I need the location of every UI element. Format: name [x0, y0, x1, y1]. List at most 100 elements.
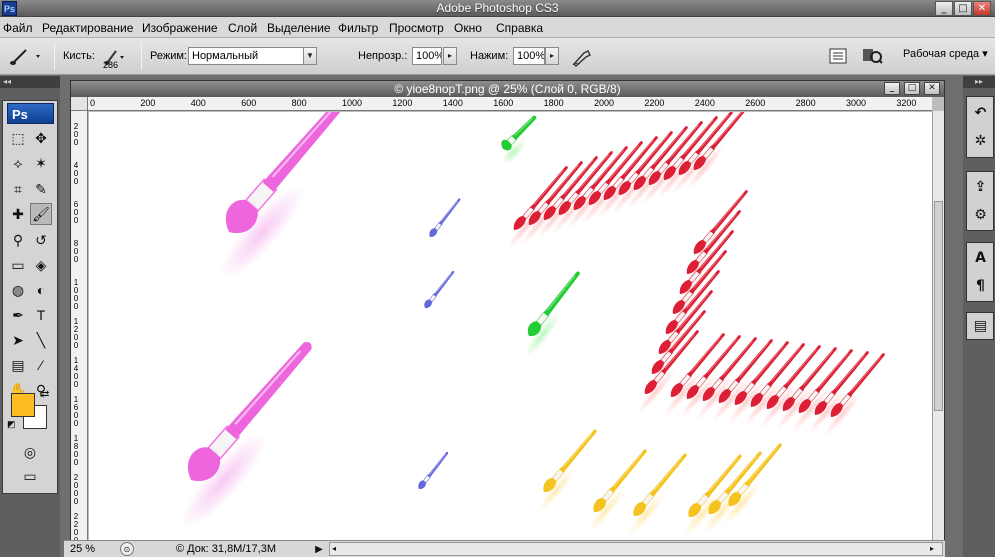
quick-mask-icon[interactable]: ◎	[19, 441, 41, 463]
hruler-label: 3000	[846, 98, 867, 108]
eyedropper-tool-icon[interactable]: ⁄	[30, 354, 52, 376]
history-panel-icon[interactable]: ↶	[969, 102, 992, 124]
scroll-right-arrow-icon[interactable]: ▸	[930, 544, 940, 554]
eraser-tool-icon[interactable]: ▭	[7, 254, 29, 276]
pink-brush	[219, 112, 348, 281]
document-minimize-button[interactable]: _	[884, 82, 900, 95]
layer-comps-panel-icon[interactable]: ▤	[969, 315, 992, 337]
minimize-button[interactable]: _	[935, 1, 953, 16]
swap-colors-icon[interactable]: ⇄	[41, 389, 53, 401]
brush-tool-icon[interactable]: 🖌	[30, 203, 52, 225]
pen-tool-icon[interactable]: ✒	[7, 304, 29, 326]
screen-mode-icon[interactable]: ▭	[19, 465, 41, 487]
brushes-palette-button[interactable]	[827, 46, 849, 66]
move-tool-icon[interactable]: ✥	[30, 127, 52, 149]
scroll-left-arrow-icon[interactable]: ◂	[332, 544, 342, 554]
blue-brush	[429, 198, 461, 238]
hruler-label: 2000	[594, 98, 615, 108]
type-tool-icon[interactable]: T	[30, 304, 52, 326]
healing-brush-tool-icon[interactable]: ✚	[7, 203, 29, 225]
dock-group-3: A ¶	[966, 242, 994, 302]
notes-tool-icon[interactable]: ▤	[7, 354, 29, 376]
palette-icon	[829, 48, 847, 64]
document-size-info: © Док: 31,8M/17,3M	[176, 543, 276, 555]
close-button[interactable]: ✕	[973, 1, 991, 16]
vruler-label: 600	[73, 200, 79, 225]
green-brush	[501, 115, 537, 165]
tool-preset-picker[interactable]	[8, 45, 44, 67]
document-title: © yioe8nopT.png @ 25% (Слой 0, RGB/8)	[394, 82, 621, 96]
crop-tool-icon[interactable]: ⌗	[7, 178, 29, 200]
hruler-label: 1200	[392, 98, 413, 108]
photoshop-app: Ps Adobe Photoshop CS3 _ □ ✕ Файл Редакт…	[0, 0, 995, 557]
document-window: © yioe8nopT.png @ 25% (Слой 0, RGB/8) _ …	[70, 80, 945, 557]
menu-help[interactable]: Справка	[496, 21, 543, 35]
title-bar: Ps Adobe Photoshop CS3 _ □ ✕	[0, 0, 995, 17]
blue-brush	[418, 451, 449, 490]
menu-file[interactable]: Файл	[3, 21, 33, 35]
magic-wand-tool-icon[interactable]: ✶	[30, 152, 52, 174]
eyedropper-slice-icon[interactable]: ✎	[30, 178, 52, 200]
zoom-level[interactable]: 25 %	[70, 543, 95, 555]
dock-expand-icon[interactable]: ▸▸	[963, 76, 995, 88]
menu-filter[interactable]: Фильтр	[338, 21, 378, 35]
flow-field[interactable]: 100%	[513, 47, 545, 65]
options-separator	[54, 42, 55, 70]
vertical-scroll-thumb[interactable]	[934, 201, 943, 411]
paragraph-panel-icon[interactable]: ¶	[969, 275, 992, 297]
menu-window[interactable]: Окно	[454, 21, 482, 35]
flow-slider-arrow-icon[interactable]: ▸	[545, 47, 559, 65]
status-menu-arrow-icon[interactable]: ▶	[312, 542, 326, 556]
hruler-label: 1800	[543, 98, 564, 108]
lasso-tool-icon[interactable]: ⟡	[7, 152, 29, 174]
ruler-corner[interactable]	[71, 97, 88, 111]
menu-image[interactable]: Изображение	[142, 21, 218, 35]
clone-source-panel-icon[interactable]: ⚙	[969, 204, 992, 226]
menu-view[interactable]: Просмотр	[389, 21, 444, 35]
hruler-label: 3200	[896, 98, 917, 108]
opacity-slider-arrow-icon[interactable]: ▸	[443, 47, 457, 65]
hruler-label: 0	[90, 98, 96, 108]
blur-tool-icon[interactable]: ◍	[7, 279, 29, 301]
menu-select[interactable]: Выделение	[267, 21, 331, 35]
marquee-tool-icon[interactable]: ⬚	[7, 127, 29, 149]
status-info-icon[interactable]: ⊙	[120, 542, 134, 556]
bridge-button[interactable]	[860, 46, 884, 66]
dodge-tool-icon[interactable]: ◐	[30, 279, 52, 301]
green-brush	[524, 271, 580, 357]
vruler-label: 1800	[73, 434, 79, 467]
horizontal-ruler[interactable]: 0 200 400 600 800 1000 1200 1400 1600 1800 2000 220…	[88, 97, 932, 111]
dock-group-2: ⇪ ⚙	[966, 171, 994, 231]
canvas[interactable]	[89, 112, 932, 542]
dock-group-4: ▤	[966, 312, 994, 340]
photoshop-logo[interactable]: Ps	[7, 103, 54, 124]
tools-panel-collapse-icon[interactable]: ◂◂	[0, 76, 60, 88]
paint-bucket-tool-icon[interactable]: ◈	[30, 254, 52, 276]
character-panel-icon[interactable]: A	[969, 247, 992, 269]
opacity-label: Непрозр.:	[358, 50, 408, 62]
mode-select[interactable]: Нормальный	[188, 47, 304, 65]
mode-label: Режим:	[150, 50, 187, 62]
workspace-menu[interactable]: Рабочая среда ▾	[903, 47, 988, 60]
path-selection-tool-icon[interactable]: ➤	[7, 329, 29, 351]
document-close-button[interactable]: ✕	[924, 82, 940, 95]
foreground-color-swatch[interactable]	[11, 393, 35, 417]
brush-icon	[10, 49, 40, 65]
canvas-artwork[interactable]	[89, 112, 932, 542]
actions-panel-icon[interactable]: ✲	[969, 130, 992, 152]
menu-layer[interactable]: Слой	[228, 21, 257, 35]
line-tool-icon[interactable]: ╲	[30, 329, 52, 351]
airbrush-button[interactable]	[569, 46, 595, 68]
maximize-button[interactable]: □	[954, 1, 972, 16]
document-maximize-button[interactable]: □	[904, 82, 920, 95]
opacity-field[interactable]: 100%	[412, 47, 442, 65]
brushes-panel-icon[interactable]: ⇪	[969, 176, 992, 198]
menu-edit[interactable]: Редактирование	[42, 21, 133, 35]
horizontal-scroll-track[interactable]: ◂ ▸	[329, 542, 943, 556]
history-brush-tool-icon[interactable]: ↺	[30, 229, 52, 251]
stamp-tool-icon[interactable]: ⚲	[7, 229, 29, 251]
mode-dropdown-arrow-icon[interactable]: ▼	[303, 47, 317, 65]
default-colors-icon[interactable]: ◩	[7, 419, 17, 429]
vertical-scrollbar[interactable]	[932, 111, 944, 542]
vertical-ruler[interactable]: 200 400 600 800 1000 1200 1400 1600 1800 2000 2200	[71, 111, 88, 542]
